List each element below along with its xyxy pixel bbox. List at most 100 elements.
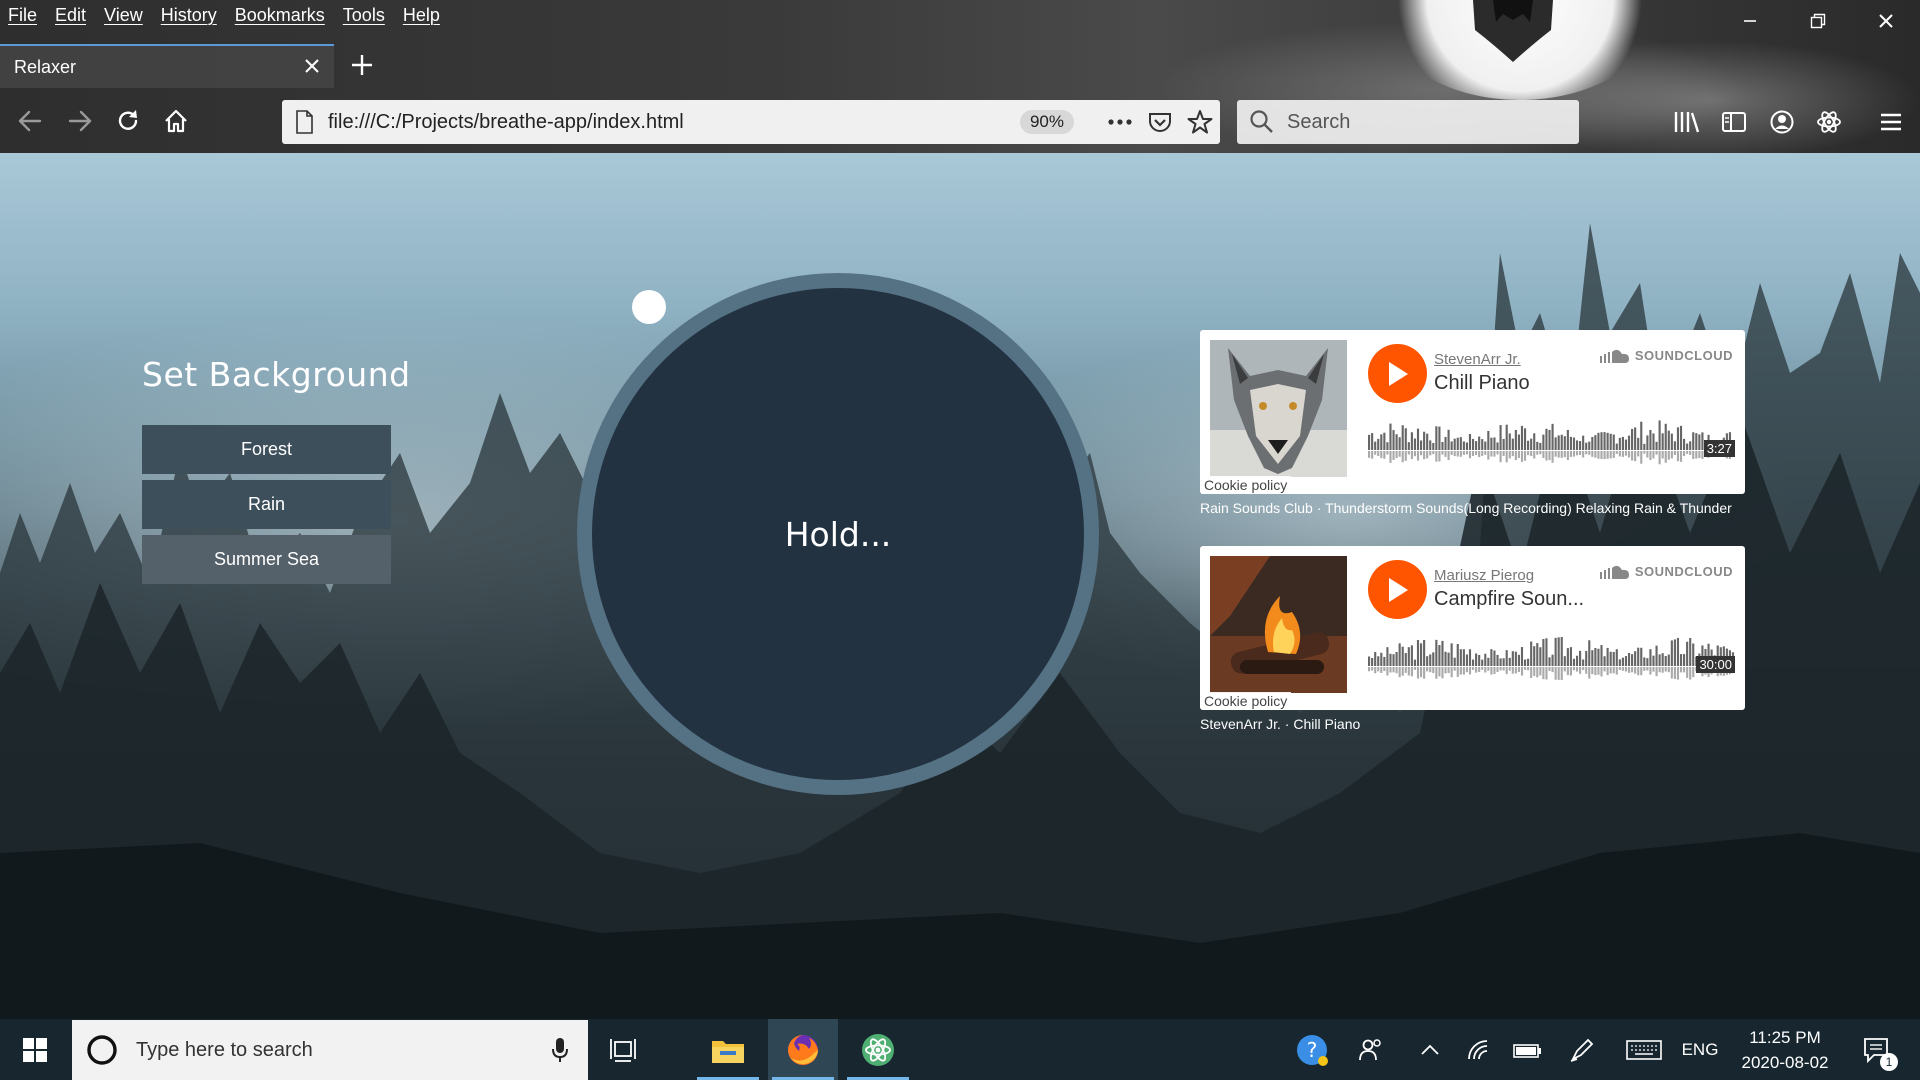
account-button[interactable] — [1764, 104, 1800, 140]
player-1-caption[interactable]: Rain Sounds Club · Thunderstorm Sounds(L… — [1200, 500, 1746, 516]
restore-button[interactable] — [1784, 0, 1852, 42]
waveform-bar — [1655, 645, 1658, 666]
close-window-button[interactable] — [1852, 0, 1920, 42]
waveform-reflection-bar — [1530, 667, 1533, 679]
menu-edit[interactable]: Edit — [55, 5, 86, 26]
taskbar-atom-editor[interactable] — [843, 1019, 913, 1080]
waveform-bar — [1560, 637, 1563, 666]
battery-tray-button[interactable] — [1508, 1019, 1548, 1080]
player-2-caption[interactable]: StevenArr Jr. · Chill Piano — [1200, 716, 1746, 732]
waveform-reflection-bar — [1508, 667, 1511, 671]
waveform-reflection-bar — [1689, 451, 1692, 455]
waveform-reflection-bar — [1594, 667, 1597, 676]
waveform-bar — [1686, 641, 1689, 666]
waveform-reflection-bar — [1585, 667, 1588, 674]
waveform-reflection-bar — [1508, 451, 1511, 459]
home-button[interactable] — [156, 101, 196, 141]
menu-help[interactable]: Help — [403, 5, 440, 26]
play-button[interactable] — [1368, 344, 1427, 403]
hamburger-menu-icon — [1881, 113, 1901, 131]
waveform-bar — [1603, 432, 1606, 450]
waveform-bar — [1652, 433, 1655, 450]
waveform-reflection-bar — [1631, 451, 1634, 461]
waveform-bar — [1511, 438, 1514, 450]
waveform[interactable] — [1368, 418, 1735, 470]
waveform-reflection-bar — [1407, 667, 1410, 676]
waveform-reflection-bar — [1673, 667, 1676, 679]
waveform-bar — [1643, 443, 1646, 450]
waveform-bar — [1545, 428, 1548, 450]
new-tab-button[interactable] — [344, 46, 380, 86]
search-bar[interactable]: Search — [1237, 100, 1579, 144]
back-button[interactable] — [10, 101, 50, 141]
menu-bookmarks[interactable]: Bookmarks — [235, 5, 325, 26]
waveform-bar — [1444, 436, 1447, 450]
taskbar-search-box[interactable]: Type here to search — [72, 1020, 588, 1080]
sidebar-toggle-button[interactable] — [1716, 104, 1752, 140]
track-title[interactable]: Chill Piano — [1434, 372, 1530, 395]
system-clock[interactable]: 11:25 PM 2020-08-02 — [1726, 1025, 1844, 1075]
waveform-reflection-bar — [1661, 451, 1664, 459]
back-arrow-icon — [18, 110, 42, 132]
action-center-button[interactable]: 1 — [1852, 1019, 1902, 1080]
minimize-button[interactable] — [1716, 0, 1784, 42]
menu-file[interactable]: File — [8, 5, 37, 26]
waveform-reflection-bar — [1468, 451, 1472, 459]
touch-keyboard-button[interactable] — [1620, 1019, 1668, 1080]
forward-button[interactable] — [60, 101, 100, 141]
waveform-reflection-bar — [1582, 667, 1585, 670]
bookmark-star-button[interactable] — [1180, 102, 1220, 142]
open-menu-button[interactable] — [1873, 104, 1909, 140]
track-title[interactable]: Campfire Soun... — [1434, 588, 1584, 611]
taskbar-file-explorer[interactable] — [693, 1019, 763, 1080]
waveform-bar — [1689, 638, 1692, 666]
cookie-policy-link[interactable]: Cookie policy — [1200, 476, 1292, 494]
people-icon — [1359, 1038, 1381, 1060]
language-indicator[interactable]: ENG — [1680, 1019, 1720, 1080]
menu-tools[interactable]: Tools — [343, 5, 385, 26]
people-tray-button[interactable] — [1352, 1019, 1392, 1080]
forward-arrow-icon — [68, 110, 92, 132]
taskbar-firefox[interactable] — [768, 1019, 838, 1080]
soundcloud-logo[interactable]: SOUNDCLOUD — [1599, 348, 1733, 363]
waveform-bar — [1548, 429, 1551, 450]
zoom-indicator[interactable]: 90% — [1019, 110, 1074, 134]
menu-view[interactable]: View — [104, 5, 143, 26]
waveform-bar — [1612, 651, 1615, 666]
waveform-reflection-bar — [1419, 451, 1423, 456]
play-button[interactable] — [1368, 560, 1427, 619]
waveform[interactable] — [1368, 634, 1735, 686]
waveform-reflection-bar — [1594, 451, 1597, 458]
waveform-bar — [1447, 652, 1450, 666]
waveform-reflection-bar — [1612, 451, 1615, 458]
track-artist-link[interactable]: StevenArr Jr. — [1434, 351, 1521, 368]
waveform-reflection-bar — [1484, 667, 1487, 673]
network-tray-button[interactable] — [1462, 1019, 1498, 1080]
page-actions-button[interactable] — [1100, 102, 1140, 142]
breathing-circle[interactable]: Hold... — [592, 288, 1084, 780]
reload-button[interactable] — [108, 101, 148, 141]
start-button[interactable] — [0, 1019, 70, 1080]
address-bar[interactable]: file:///C:/Projects/breathe-app/index.ht… — [282, 100, 1220, 144]
microphone-icon[interactable] — [550, 1036, 570, 1064]
pocket-button[interactable] — [1140, 102, 1180, 142]
tab-relaxer[interactable]: Relaxer — [0, 44, 334, 88]
extension-button[interactable] — [1811, 104, 1847, 140]
pen-workspace-button[interactable] — [1562, 1019, 1602, 1080]
waveform-bar — [1413, 659, 1417, 666]
waveform-bar — [1389, 653, 1392, 666]
summer-sea-background-button[interactable]: Summer Sea — [142, 535, 391, 584]
url-text[interactable]: file:///C:/Projects/breathe-app/index.ht… — [328, 111, 1020, 134]
library-button[interactable] — [1668, 104, 1704, 140]
track-artist-link[interactable]: Mariusz Pierog — [1434, 567, 1534, 584]
waveform-reflection-bar — [1438, 667, 1441, 677]
show-hidden-icons-button[interactable] — [1412, 1019, 1448, 1080]
rain-background-button[interactable]: Rain — [142, 480, 391, 529]
tab-close-icon[interactable] — [290, 53, 334, 81]
task-view-button[interactable] — [589, 1019, 659, 1080]
cookie-policy-link[interactable]: Cookie policy — [1200, 692, 1292, 710]
help-tray-button[interactable]: ? — [1290, 1019, 1334, 1080]
soundcloud-logo[interactable]: SOUNDCLOUD — [1599, 564, 1733, 579]
menu-history[interactable]: History — [161, 5, 217, 26]
forest-background-button[interactable]: Forest — [142, 425, 391, 474]
